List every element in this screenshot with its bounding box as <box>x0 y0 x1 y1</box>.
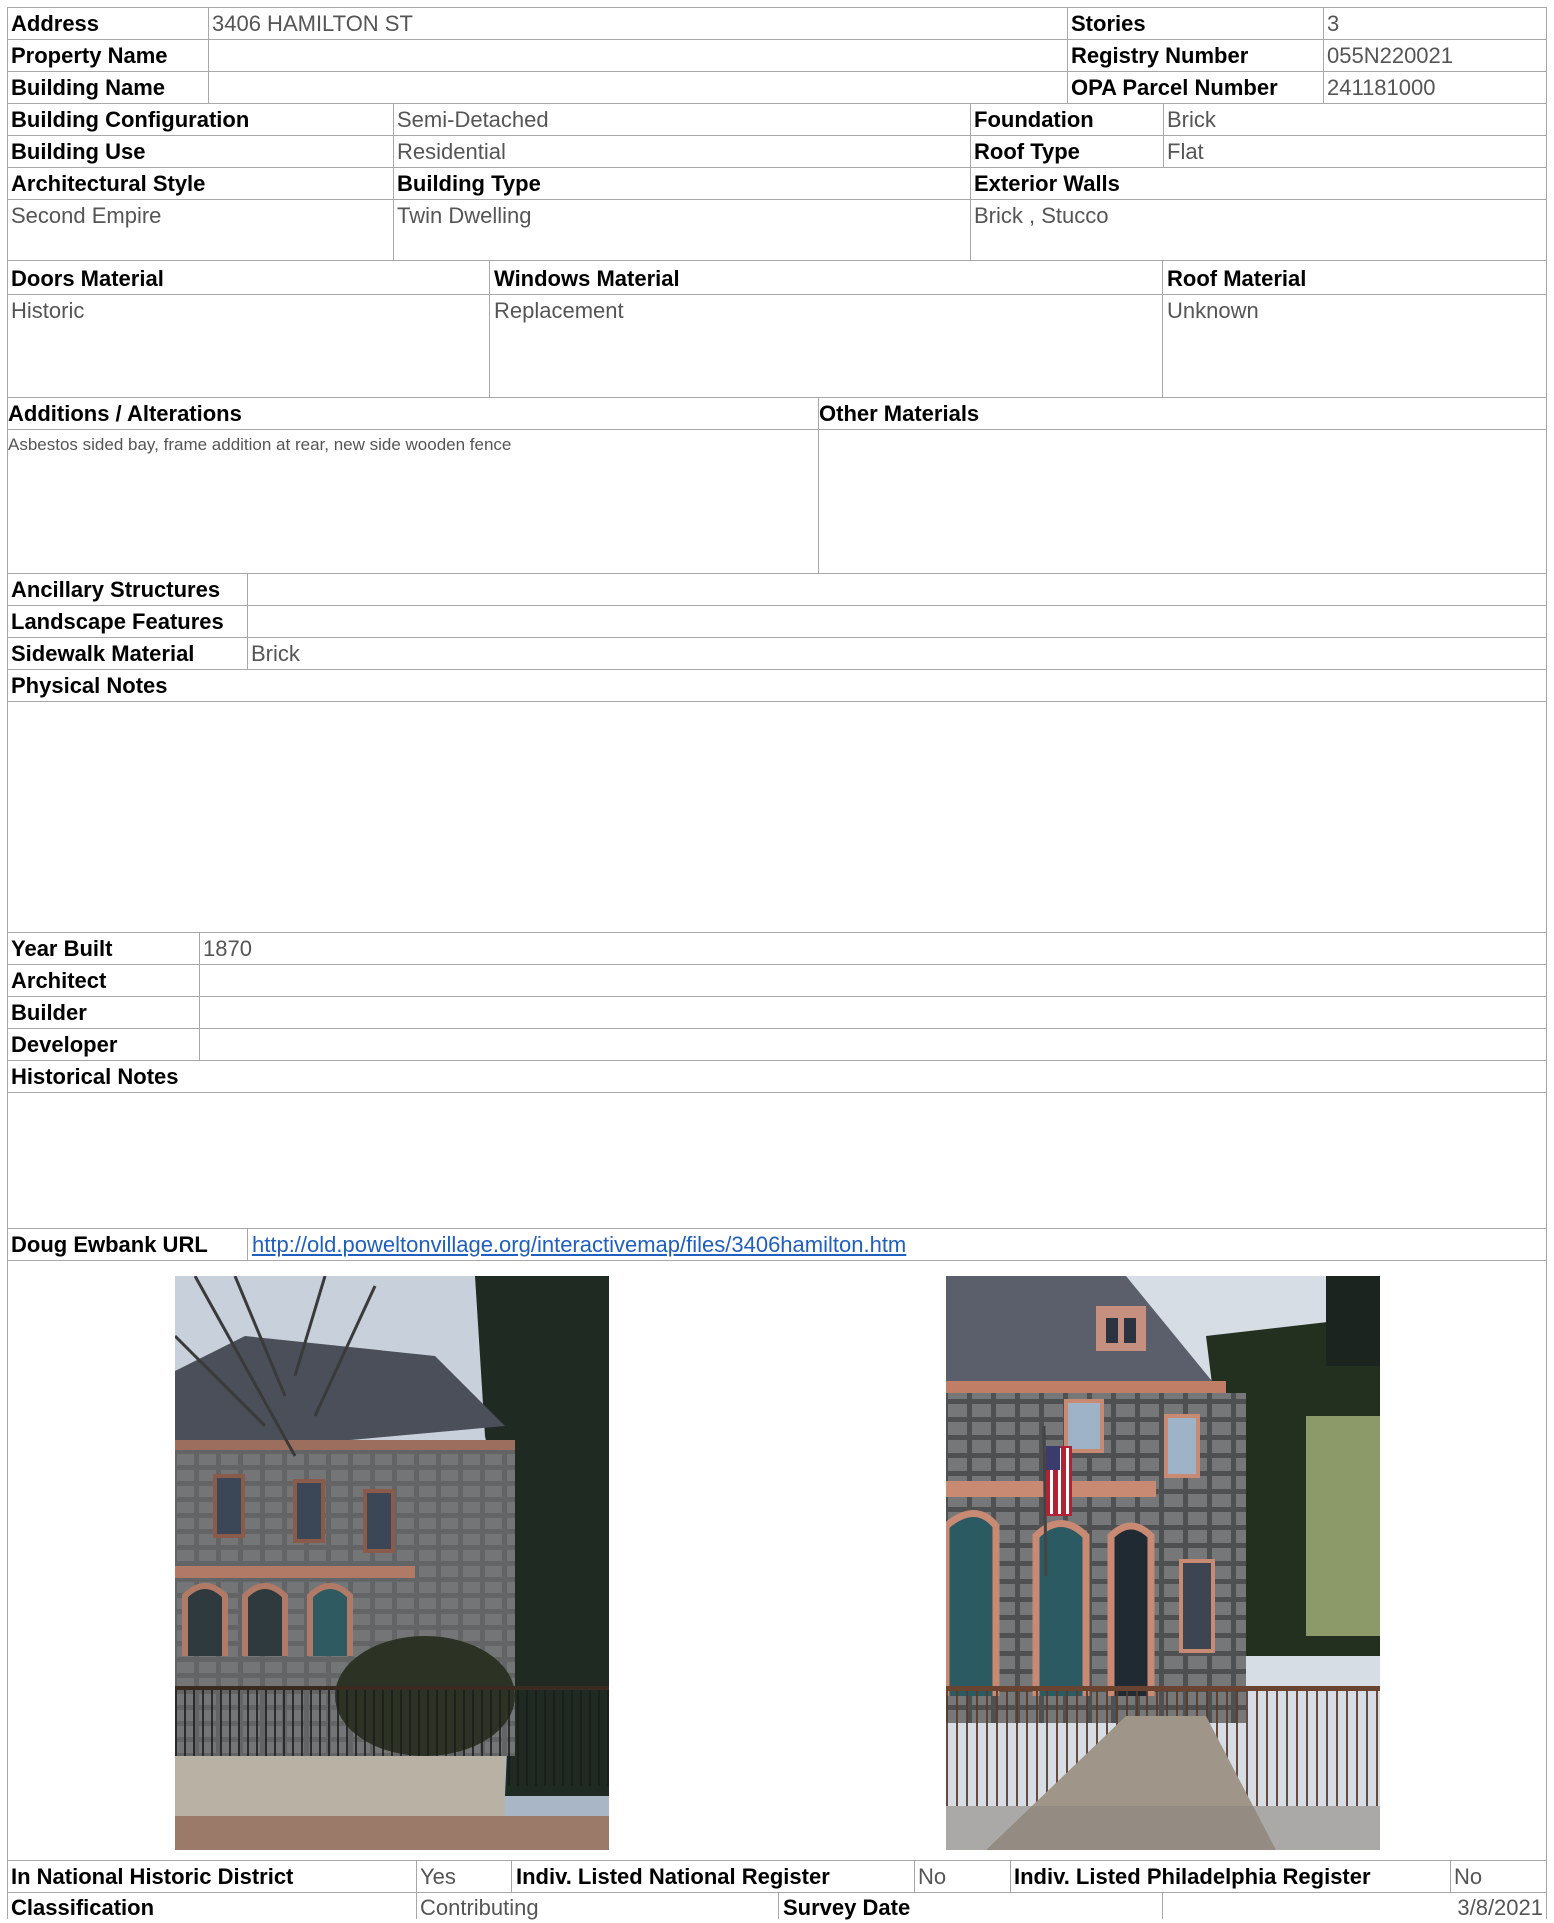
exterior-walls-value: Brick , Stucco <box>974 203 1109 228</box>
doors-material-value: Historic <box>11 298 85 323</box>
architectural-style-label: Architectural Style <box>11 171 206 196</box>
doug-ewbank-url-link[interactable]: http://old.poweltonvillage.org/interacti… <box>248 1230 1538 1260</box>
developer-label: Developer <box>11 1032 118 1057</box>
sidewalk-material-label: Sidewalk Material <box>11 641 195 666</box>
building-use-label: Building Use <box>11 139 146 164</box>
physical-notes-label: Physical Notes <box>11 673 168 698</box>
address-label: Address <box>11 11 100 36</box>
registry-number-value: 055N220021 <box>1327 43 1454 68</box>
additions-alterations-label: Additions / Alterations <box>8 401 242 426</box>
architectural-style-value: Second Empire <box>11 203 162 228</box>
building-type-value: Twin Dwelling <box>397 203 532 228</box>
doug-ewbank-url-label: Doug Ewbank URL <box>11 1232 208 1257</box>
additions-alterations-text: Asbestos sided bay, frame addition at re… <box>8 435 512 454</box>
stories-label: Stories <box>1071 11 1146 36</box>
national-historic-district-label: In National Historic District <box>11 1864 294 1889</box>
national-register-value: No <box>918 1864 947 1889</box>
building-photo-right <box>946 1276 1380 1850</box>
builder-label: Builder <box>11 1000 87 1025</box>
registry-number-label: Registry Number <box>1071 43 1249 68</box>
doors-material-label: Doors Material <box>11 266 164 291</box>
year-built-value: 1870 <box>203 936 252 961</box>
foundation-label: Foundation <box>974 107 1094 132</box>
roof-type-value: Flat <box>1167 139 1204 164</box>
ancillary-structures-label: Ancillary Structures <box>11 577 221 602</box>
property-survey-form: Address 3406 HAMILTON ST Stories 3 Prope… <box>0 0 1554 1920</box>
roof-material-label: Roof Material <box>1167 266 1307 291</box>
philadelphia-register-value: No <box>1454 1864 1483 1889</box>
property-name-label: Property Name <box>11 43 168 68</box>
other-materials-label: Other Materials <box>819 401 980 426</box>
exterior-walls-label: Exterior Walls <box>974 171 1120 196</box>
foundation-value: Brick <box>1167 107 1216 132</box>
building-name-label: Building Name <box>11 75 166 100</box>
building-use-value: Residential <box>397 139 506 164</box>
landscape-features-label: Landscape Features <box>11 609 224 634</box>
historical-notes-label: Historical Notes <box>11 1064 179 1089</box>
national-register-label: Indiv. Listed National Register <box>516 1864 830 1889</box>
building-configuration-value: Semi-Detached <box>397 107 549 132</box>
windows-material-value: Replacement <box>494 298 624 323</box>
address-value: 3406 HAMILTON ST <box>212 11 413 36</box>
opa-parcel-label: OPA Parcel Number <box>1071 75 1278 100</box>
philadelphia-register-label: Indiv. Listed Philadelphia Register <box>1014 1864 1371 1889</box>
stories-value: 3 <box>1327 11 1340 36</box>
building-configuration-label: Building Configuration <box>11 107 250 132</box>
building-type-label: Building Type <box>397 171 541 196</box>
roof-material-value: Unknown <box>1167 298 1259 323</box>
national-historic-district-value: Yes <box>420 1864 456 1889</box>
sidewalk-material-value: Brick <box>251 641 300 666</box>
building-photo-left <box>175 1276 609 1850</box>
architect-label: Architect <box>11 968 107 993</box>
opa-parcel-value: 241181000 <box>1327 75 1436 100</box>
windows-material-label: Windows Material <box>494 266 680 291</box>
roof-type-label: Roof Type <box>974 139 1080 164</box>
year-built-label: Year Built <box>11 936 113 961</box>
